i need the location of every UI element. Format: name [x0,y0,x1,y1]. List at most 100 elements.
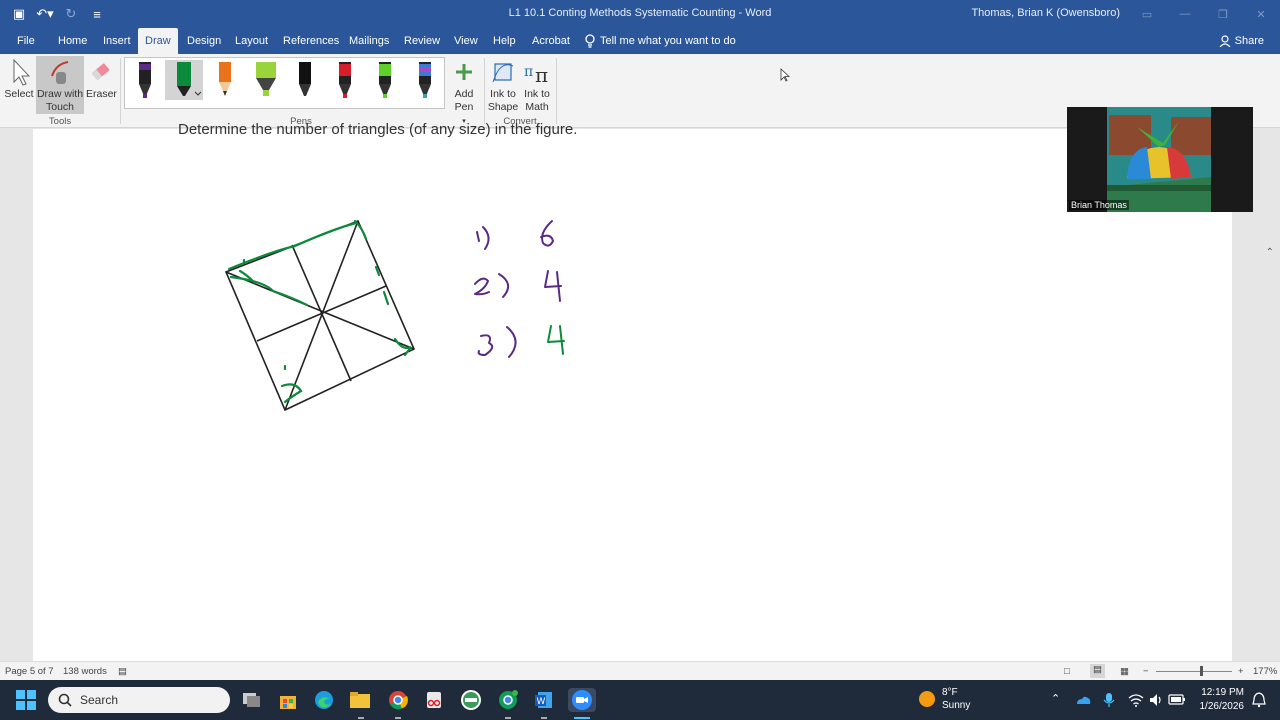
show-hidden-icons[interactable]: ⌃ [1051,692,1060,705]
zoom-app-icon[interactable] [568,688,596,712]
zoom-in-button[interactable]: + [1238,666,1244,677]
document-page[interactable]: Determine the number of triangles (of an… [33,121,1232,661]
weather-widget[interactable]: 8°F Sunny [918,686,970,712]
pen-galaxy-icon[interactable] [415,60,435,100]
handwritten-answers [474,220,565,358]
pi-math-icon: ππ [524,63,548,86]
zoom-out-button[interactable]: − [1143,666,1149,677]
share-button[interactable]: Share [1219,28,1264,54]
tab-layout[interactable]: Layout [228,28,275,54]
close-button[interactable]: ✕ [1242,0,1280,28]
battery-icon[interactable] [1168,693,1186,707]
tab-design[interactable]: Design [180,28,228,54]
windows-start-icon[interactable] [16,690,36,710]
pen-red-icon[interactable] [335,60,355,100]
minimize-button[interactable]: — [1166,0,1204,28]
snipping-tool-icon[interactable] [422,688,446,712]
chrome-profile-icon[interactable] [496,688,520,712]
svg-text:W: W [537,697,546,707]
share-label: Share [1234,35,1264,47]
tab-acrobat[interactable]: Acrobat [525,28,577,54]
pencil-orange-icon[interactable] [215,60,235,100]
pen-purple-icon[interactable] [135,60,155,100]
add-pen-button[interactable]: Add Pen ▾ [448,58,480,128]
read-mode-icon[interactable]: □ [1064,666,1070,677]
ink-to-math-button[interactable]: ππ Ink to Math [521,58,553,114]
tools-group-label: Tools [48,116,72,127]
onedrive-icon[interactable] [1075,692,1091,708]
pen-lime-icon[interactable] [375,60,395,100]
zoom-slider[interactable] [1156,666,1232,676]
ribbon-display-icon[interactable]: ▭ [1128,0,1166,28]
temperature: 8°F [942,687,958,698]
file-explorer-icon[interactable] [348,688,372,712]
zoom-level[interactable]: 177% [1253,666,1277,677]
ink-to-math-label: Ink to Math [524,88,550,113]
sun-icon [919,691,935,707]
select-button[interactable]: Select [4,58,34,101]
web-layout-icon[interactable]: ▦ [1120,666,1129,677]
tab-insert[interactable]: Insert [96,28,138,54]
notifications-icon[interactable] [1252,692,1266,708]
highlighter-green-icon[interactable] [253,60,279,100]
store-icon[interactable] [276,688,300,712]
edge-icon[interactable] [312,688,336,712]
lightbulb-icon [585,34,595,48]
tab-references[interactable]: References [276,28,346,54]
word-count[interactable]: 138 words [63,666,107,677]
ink-to-shape-button[interactable]: Ink to Shape [486,58,520,114]
task-view-icon[interactable] [240,688,264,712]
scroll-up-icon[interactable]: ⌃ [1266,247,1274,258]
person-icon [1219,35,1231,47]
video-thumbnail[interactable]: Brian Thomas [1067,107,1253,212]
status-bar: Page 5 of 7 138 words ▤ □ ▤ ▦ − + 177% [0,661,1280,680]
tab-view[interactable]: View [447,28,485,54]
draw-with-touch-label: Draw with Touch [36,88,84,113]
chrome-icon[interactable] [386,688,410,712]
title-bar: ▣ ↶▾ ↻ ≡ L1 10.1 Conting Methods Systema… [0,0,1280,28]
microphone-icon[interactable] [1103,692,1115,708]
tab-file[interactable]: File [10,28,42,54]
onenote-icon[interactable] [459,688,483,712]
tab-draw[interactable]: Draw [138,28,178,54]
tell-me-box[interactable]: Tell me what you want to do [584,28,736,54]
user-name[interactable]: Thomas, Brian K (Owensboro) [971,7,1120,19]
taskbar: Search W 8°F Sunny ⌃ 12:19 PM 1/26/2026 [0,680,1280,720]
tab-review[interactable]: Review [397,28,447,54]
pens-gallery [124,57,445,109]
tab-help[interactable]: Help [486,28,523,54]
search-placeholder: Search [80,693,119,707]
weather-condition: Sunny [942,700,971,711]
avatar [1107,107,1211,212]
cursor-icon [13,58,30,86]
word-icon[interactable]: W [532,688,556,712]
taskbar-search[interactable]: Search [48,687,230,713]
tab-mailings[interactable]: Mailings [342,28,396,54]
search-icon [58,693,72,707]
print-layout-icon[interactable]: ▤ [1090,664,1105,678]
tab-home[interactable]: Home [51,28,94,54]
speaker-icon[interactable] [1148,692,1164,708]
draw-with-touch-button[interactable]: Draw with Touch [36,56,84,114]
pen-green-selected-icon[interactable] [165,60,203,100]
add-pen-label: Add Pen [454,88,474,113]
mouse-cursor-icon [780,68,790,82]
wifi-icon[interactable] [1128,692,1144,708]
eraser-icon [91,63,110,81]
zoom-slider-thumb[interactable] [1200,666,1203,676]
hand-draw-icon [51,61,69,84]
ribbon-tabs: File Home Insert Draw Design Layout Refe… [0,28,1280,54]
ink-to-shape-icon [492,63,514,83]
square-figure [224,219,416,412]
system-clock[interactable]: 12:19 PM 1/26/2026 [1190,686,1245,714]
eraser-label: Eraser [86,88,117,100]
pen-black-icon[interactable] [295,60,315,100]
maximize-button[interactable]: ❐ [1204,0,1242,28]
ink-to-shape-label: Ink to Shape [487,88,519,113]
clock-date: 1/26/2026 [1199,701,1245,712]
tell-me-label: Tell me what you want to do [600,35,736,47]
proofing-icon[interactable]: ▤ [118,666,127,677]
page-count[interactable]: Page 5 of 7 [5,666,54,677]
eraser-button[interactable]: Eraser [86,58,117,101]
clock-time: 12:19 PM [1201,687,1244,698]
